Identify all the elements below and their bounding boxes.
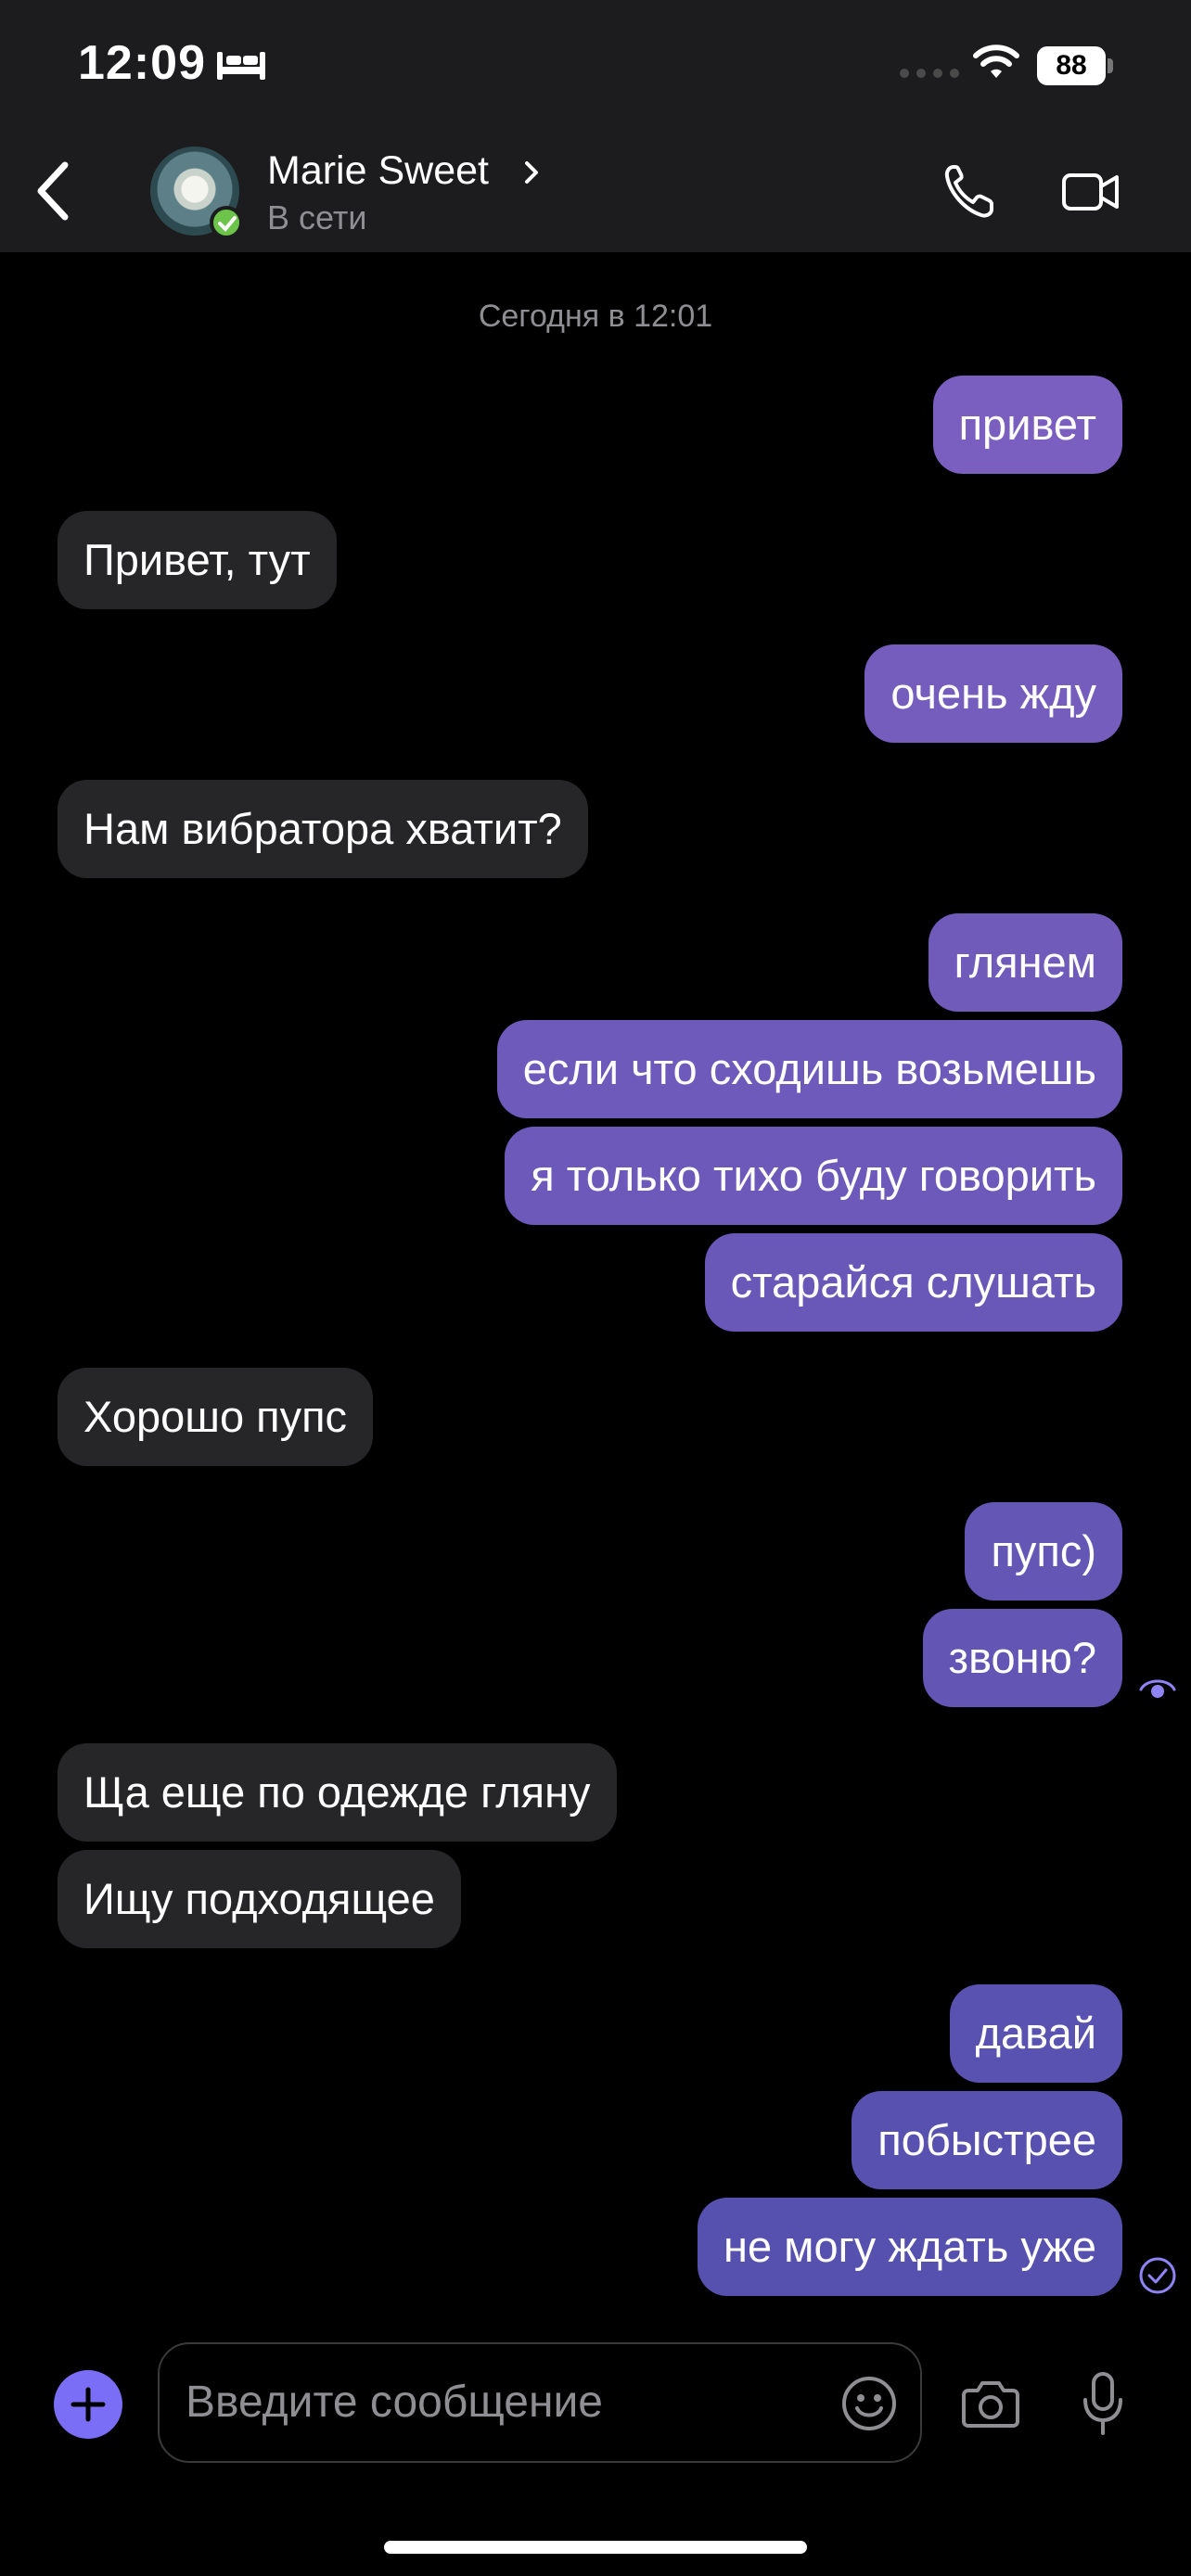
chevron-right-icon[interactable] xyxy=(521,156,544,189)
microphone-icon[interactable] xyxy=(1080,2370,1126,2437)
incoming-message[interactable]: Нам вибратора хватит? xyxy=(58,780,588,878)
video-camera-icon[interactable] xyxy=(1061,171,1121,213)
outgoing-message[interactable]: не могу ждать уже xyxy=(698,2198,1122,2296)
incoming-message[interactable]: Ща еще по одежде гляну xyxy=(58,1743,617,1842)
phone-icon[interactable] xyxy=(942,161,996,221)
outgoing-message[interactable]: привет xyxy=(932,376,1122,474)
battery-tip xyxy=(1108,58,1113,73)
outgoing-message[interactable]: побыстрее xyxy=(852,2091,1122,2189)
battery-icon: 88 xyxy=(1037,46,1106,85)
contact-name[interactable]: Marie Sweet xyxy=(267,148,489,194)
attach-button[interactable] xyxy=(54,2370,122,2439)
outgoing-message[interactable]: пупс) xyxy=(965,1502,1122,1600)
status-time: 12:09 xyxy=(78,36,206,90)
read-receipt-icon xyxy=(1139,1679,1176,1698)
incoming-message[interactable]: Ищу подходящее xyxy=(58,1850,461,1948)
contact-status: В сети xyxy=(267,198,367,236)
chat-screen: 12:09 88 Marie Sweet В сети Сегодня в 12… xyxy=(0,0,1191,2576)
emoji-icon[interactable] xyxy=(840,2375,898,2432)
date-separator: Сегодня в 12:01 xyxy=(478,299,713,334)
wifi-icon xyxy=(973,45,1019,78)
outgoing-message[interactable]: глянем xyxy=(928,913,1122,1012)
incoming-message[interactable]: Хорошо пупс xyxy=(58,1368,374,1466)
header-bar: 12:09 88 Marie Sweet В сети xyxy=(0,0,1191,252)
outgoing-message[interactable]: звоню? xyxy=(922,1609,1122,1707)
outgoing-message[interactable]: я только тихо буду говорить xyxy=(505,1127,1122,1225)
delivered-check-icon xyxy=(1139,2257,1176,2294)
message-input-placeholder[interactable]: Введите сообщение xyxy=(186,2344,603,2461)
signal-icon xyxy=(900,69,959,78)
back-icon[interactable] xyxy=(28,156,80,226)
bed-icon xyxy=(217,52,265,80)
camera-icon[interactable] xyxy=(961,2378,1020,2429)
online-badge-icon xyxy=(210,206,243,239)
outgoing-message[interactable]: давай xyxy=(949,1984,1122,2083)
message-input[interactable]: Введите сообщение xyxy=(158,2342,922,2463)
outgoing-message[interactable]: старайся слушать xyxy=(704,1233,1122,1332)
outgoing-message[interactable]: если что сходишь возьмешь xyxy=(496,1020,1122,1118)
plus-icon xyxy=(70,2387,106,2422)
incoming-message[interactable]: Привет, тут xyxy=(58,511,337,609)
outgoing-message[interactable]: очень жду xyxy=(864,644,1122,743)
home-indicator[interactable] xyxy=(384,2541,807,2554)
